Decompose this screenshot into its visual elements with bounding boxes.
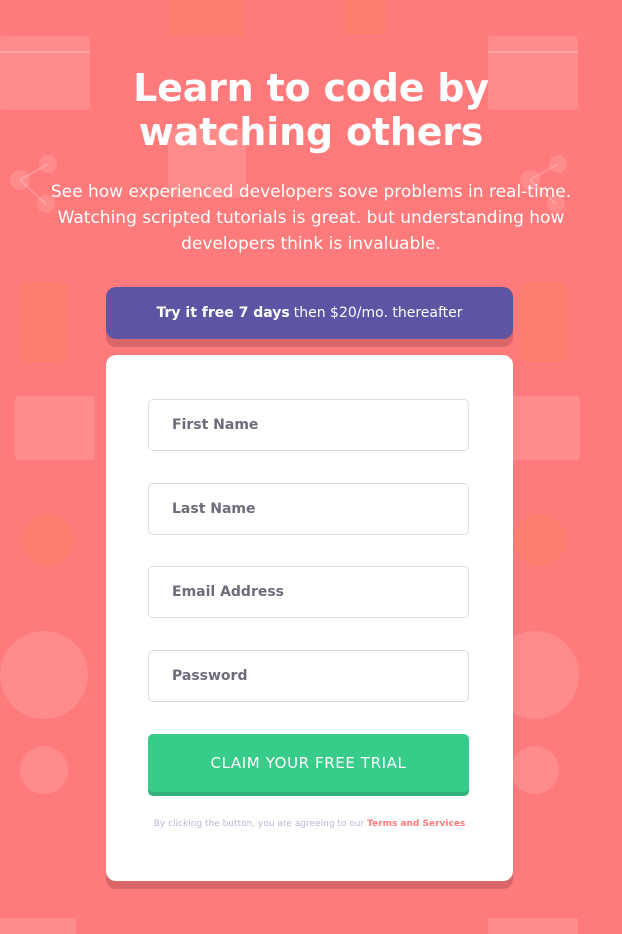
terms-notice: By clicking the button, you are agreeing… [126,819,493,829]
password-input[interactable] [148,650,469,702]
hero-title: Learn to code by watching others [133,66,489,154]
first-name-input[interactable] [148,399,469,451]
last-name-input[interactable] [148,483,469,535]
terms-prefix: By clicking the button, you are agreeing… [153,819,365,829]
promo-highlight: Try it free 7 days [156,305,290,321]
hero-description: See how experienced developers sove prob… [50,182,572,254]
promo-banner: Try it free 7 days then $20/mo. thereafte… [106,287,513,339]
terms-link[interactable]: Terms and Services [367,819,465,829]
signup-form: CLAIM YOUR FREE TRIAL By clicking the bu… [106,355,513,881]
promo-text: then $20/mo. thereafter [293,305,463,321]
claim-free-trial-button[interactable]: CLAIM YOUR FREE TRIAL [148,734,469,792]
email-input[interactable] [148,566,469,618]
page-content: Learn to code by watching others See how… [0,0,622,934]
